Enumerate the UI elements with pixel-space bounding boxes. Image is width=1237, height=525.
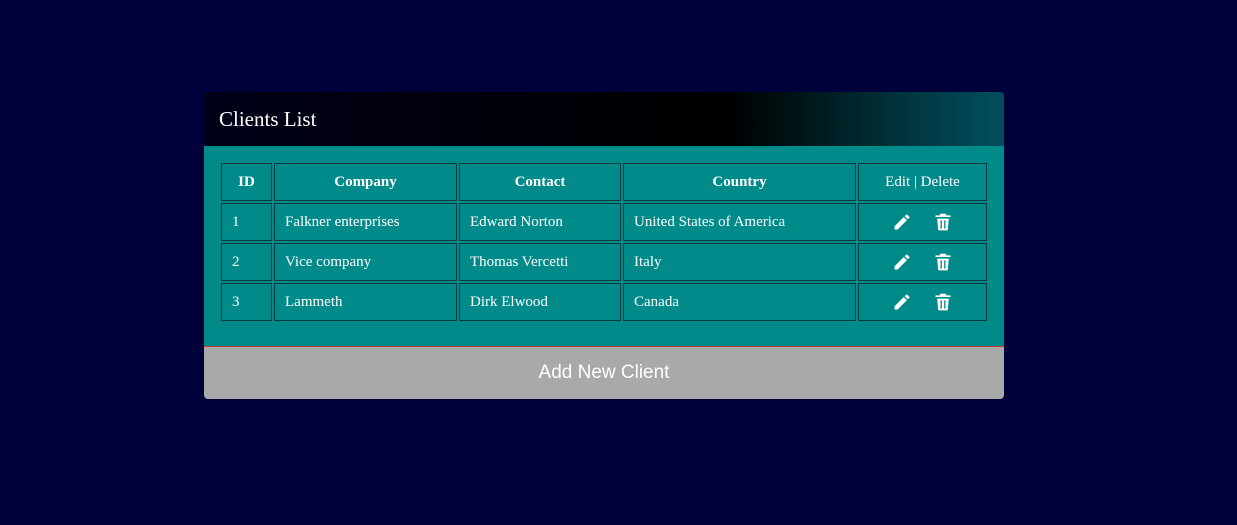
- panel-header: Clients List: [204, 92, 1004, 146]
- column-header-country: Country: [623, 163, 856, 201]
- pencil-icon[interactable]: [892, 252, 912, 272]
- cell-actions: [858, 203, 987, 241]
- clients-table: ID Company Contact Country Edit | Delete…: [219, 161, 989, 323]
- cell-contact: Thomas Vercetti: [459, 243, 621, 281]
- pencil-icon[interactable]: [892, 212, 912, 232]
- cell-id: 3: [221, 283, 272, 321]
- cell-country: Canada: [623, 283, 856, 321]
- trash-icon[interactable]: [933, 252, 953, 272]
- table-row: 2 Vice company Thomas Vercetti Italy: [221, 243, 987, 281]
- pencil-icon[interactable]: [892, 292, 912, 312]
- trash-icon[interactable]: [933, 212, 953, 232]
- cell-country: United States of America: [623, 203, 856, 241]
- column-header-company: Company: [274, 163, 457, 201]
- table-row: 1 Falkner enterprises Edward Norton Unit…: [221, 203, 987, 241]
- cell-country: Italy: [623, 243, 856, 281]
- cell-contact: Dirk Elwood: [459, 283, 621, 321]
- cell-id: 1: [221, 203, 272, 241]
- column-header-contact: Contact: [459, 163, 621, 201]
- cell-company: Falkner enterprises: [274, 203, 457, 241]
- panel-title: Clients List: [219, 107, 317, 131]
- cell-actions: [858, 243, 987, 281]
- cell-contact: Edward Norton: [459, 203, 621, 241]
- add-new-client-button[interactable]: Add New Client: [204, 347, 1004, 399]
- panel-body: ID Company Contact Country Edit | Delete…: [204, 146, 1004, 347]
- cell-company: Vice company: [274, 243, 457, 281]
- column-header-id: ID: [221, 163, 272, 201]
- trash-icon[interactable]: [933, 292, 953, 312]
- table-header-row: ID Company Contact Country Edit | Delete: [221, 163, 987, 201]
- clients-panel: Clients List ID Company Contact Country …: [204, 92, 1004, 399]
- cell-company: Lammeth: [274, 283, 457, 321]
- column-header-actions: Edit | Delete: [858, 163, 987, 201]
- table-row: 3 Lammeth Dirk Elwood Canada: [221, 283, 987, 321]
- cell-id: 2: [221, 243, 272, 281]
- cell-actions: [858, 283, 987, 321]
